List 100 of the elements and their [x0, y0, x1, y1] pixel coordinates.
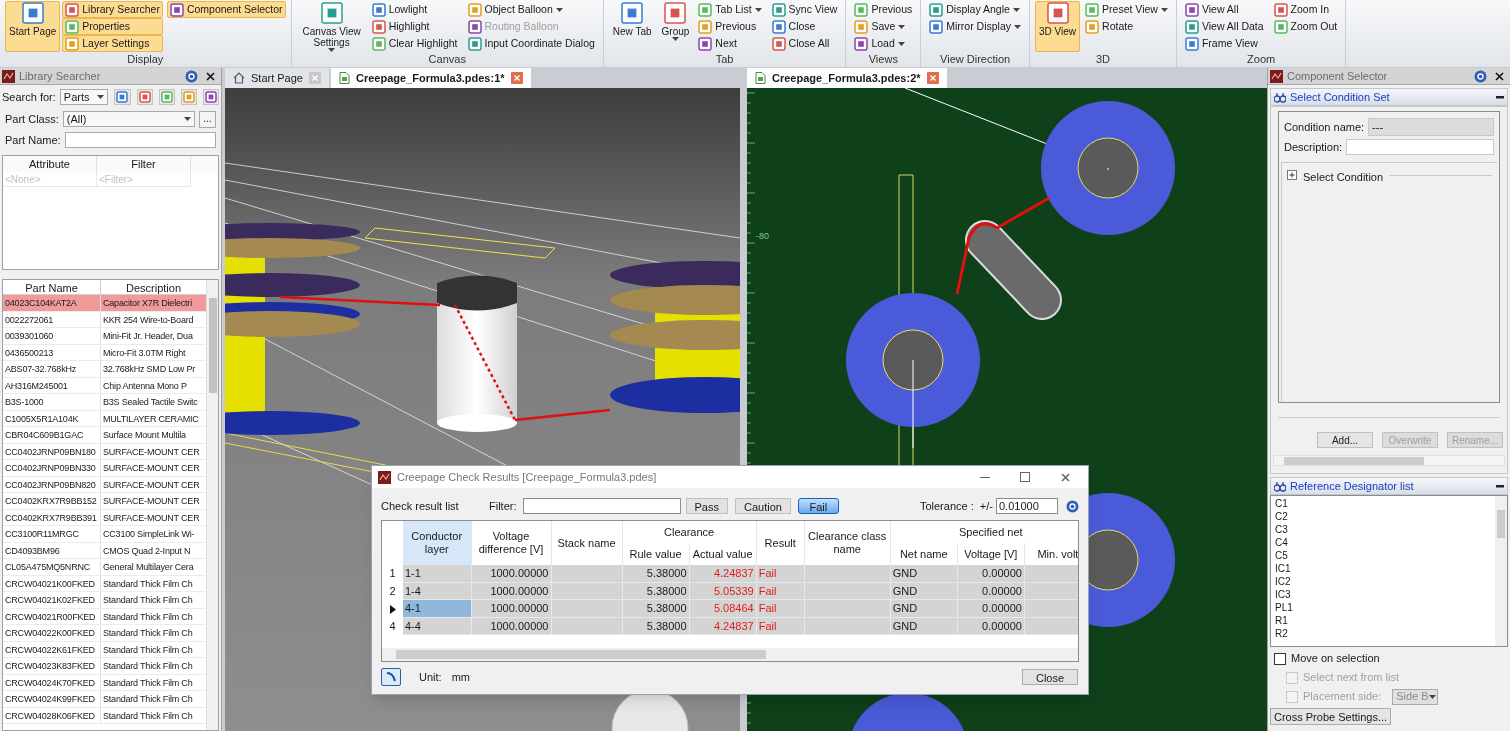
- ribbon-button[interactable]: Next: [695, 35, 765, 52]
- table-row[interactable]: 0436500213 Micro-Fit 3.0TM Right: [3, 344, 206, 361]
- filter-field[interactable]: [522, 498, 681, 514]
- document-tab[interactable]: Creepage_Formula3.pdes:1*: [331, 68, 531, 88]
- table-row[interactable]: CD4093BM96 CMOS Quad 2-Input N: [3, 542, 206, 559]
- ribbon-button[interactable]: Component Selector: [166, 1, 286, 18]
- scrollbar[interactable]: [1273, 455, 1505, 466]
- list-item[interactable]: IC2: [1271, 575, 1495, 588]
- ribbon-button[interactable]: Properties: [62, 18, 163, 35]
- ribbon-button[interactable]: View All Data: [1181, 18, 1267, 35]
- ribbon-button[interactable]: Sync View: [768, 1, 841, 18]
- table-row[interactable]: CC3100R11MRGC CC3100 SimpleLink Wi-: [3, 526, 206, 543]
- list-item[interactable]: C5: [1271, 549, 1495, 562]
- ribbon-button[interactable]: Previous: [695, 18, 765, 35]
- table-row[interactable]: CC0402JRNP09BN180 SURFACE-MOUNT CER: [3, 443, 206, 460]
- table-row[interactable]: CRCW04022K61FKED Standard Thick Film Ch: [3, 641, 206, 658]
- list-item[interactable]: C4: [1271, 536, 1495, 549]
- part-class-dropdown[interactable]: (All): [62, 111, 195, 127]
- probe-button[interactable]: [381, 668, 401, 686]
- ribbon-button[interactable]: New Tab: [608, 1, 656, 52]
- help-button[interactable]: [185, 69, 198, 83]
- table-row[interactable]: CBR04C609B1GAC Surface Mount Multila: [3, 427, 206, 444]
- ribbon-button[interactable]: Zoom Out: [1270, 18, 1341, 35]
- filter-button[interactable]: Caution: [734, 498, 791, 514]
- ribbon-button[interactable]: 3D View: [1035, 1, 1081, 52]
- list-item[interactable]: C2: [1271, 510, 1495, 523]
- ribbon-button[interactable]: Tab List: [695, 1, 765, 18]
- ribbon-button[interactable]: Input Coordinate Dialog: [464, 35, 598, 52]
- description-field[interactable]: [1346, 139, 1494, 156]
- search-for-dropdown[interactable]: Parts: [59, 89, 109, 105]
- close-button[interactable]: Close: [1022, 669, 1078, 685]
- ribbon-button[interactable]: Group: [657, 1, 694, 52]
- scrollbar[interactable]: [206, 280, 218, 730]
- section-header[interactable]: Select Condition Set: [1270, 88, 1508, 106]
- ribbon-button[interactable]: Zoom In: [1270, 1, 1341, 18]
- ribbon-button[interactable]: Object Balloon: [464, 1, 598, 18]
- table-row[interactable]: CRCW04028K06FKED Standard Thick Film Ch: [3, 707, 206, 724]
- ribbon-button[interactable]: Frame View: [1181, 35, 1267, 52]
- ribbon-button[interactable]: Save: [851, 18, 916, 35]
- section-header[interactable]: Reference Designator list: [1270, 477, 1508, 495]
- table-row[interactable]: CRCW04021K02FKED Standard Thick Film Ch: [3, 592, 206, 609]
- list-item[interactable]: C3: [1271, 523, 1495, 536]
- scrollbar-thumb[interactable]: [208, 298, 217, 393]
- table-row[interactable]: B3S-1000 B3S Sealed Tactile Switc: [3, 394, 206, 411]
- table-row[interactable]: ABS07-32.768kHz 32.768kHz SMD Low Pr: [3, 361, 206, 378]
- table-row[interactable]: CRCW04024K70FKED Standard Thick Film Ch: [3, 674, 206, 691]
- table-row[interactable]: CL05A475MQ5NRNC General Multilayer Cera: [3, 559, 206, 576]
- table-row[interactable]: CC0402KRX7R9BB391 SURFACE-MOUNT CER: [3, 509, 206, 526]
- table-row[interactable]: 0022272061 KKR 254 Wire-to-Board: [3, 311, 206, 328]
- table-row[interactable]: AH316M245001 Chip Antenna Mono P: [3, 377, 206, 394]
- toolbar-button[interactable]: [114, 89, 131, 105]
- document-tab[interactable]: Creepage_Formula3.pdes:2*: [747, 68, 947, 88]
- scrollbar-thumb[interactable]: [1284, 456, 1424, 465]
- ribbon-button[interactable]: Close: [768, 18, 841, 35]
- ribbon-button[interactable]: Preset View: [1082, 1, 1171, 18]
- list-item[interactable]: C1: [1271, 497, 1495, 510]
- table-row[interactable]: 1 1-1 1000.00000 5.38000 4.24837 Fail GND 0.00000: [382, 565, 1078, 582]
- checkbox[interactable]: [1274, 652, 1286, 665]
- list-item[interactable]: IC3: [1271, 588, 1495, 601]
- list-item[interactable]: PL1: [1271, 601, 1495, 614]
- scrollbar[interactable]: [382, 648, 1078, 661]
- ribbon-button[interactable]: Previous: [851, 1, 916, 18]
- tolerance-field[interactable]: 0.01000: [996, 498, 1058, 514]
- ribbon-button[interactable]: Rotate: [1082, 18, 1171, 35]
- table-row[interactable]: CC0402KRX7R9BB152 SURFACE-MOUNT CER: [3, 493, 206, 510]
- filter-button[interactable]: Pass: [685, 498, 728, 514]
- condition-button[interactable]: Add...: [1317, 432, 1373, 448]
- toolbar-button[interactable]: [136, 89, 153, 105]
- ribbon-button[interactable]: Display Angle: [926, 1, 1024, 18]
- ribbon-button[interactable]: Load: [851, 35, 916, 52]
- table-row[interactable]: 0039301060 Mini-Fit Jr. Header, Dua: [3, 328, 206, 345]
- list-item[interactable]: R2: [1271, 627, 1495, 640]
- table-row[interactable]: CRCW04023K83FKED Standard Thick Film Ch: [3, 658, 206, 675]
- list-item[interactable]: R1: [1271, 614, 1495, 627]
- table-row[interactable]: C1005X5R1A104K MULTILAYER CERAMIC: [3, 410, 206, 427]
- table-row[interactable]: CRCW04022K00FKED Standard Thick Film Ch: [3, 625, 206, 642]
- table-row[interactable]: CC0402JRNP09BN330 SURFACE-MOUNT CER: [3, 460, 206, 477]
- ribbon-button[interactable]: View All: [1181, 1, 1267, 18]
- scrollbar-thumb[interactable]: [1497, 510, 1505, 538]
- browse-button[interactable]: ...: [198, 110, 216, 128]
- ribbon-button[interactable]: Library Searcher: [62, 1, 163, 18]
- table-row[interactable]: CRCW04024K99FKED Standard Thick Film Ch: [3, 691, 206, 708]
- table-row[interactable]: CC0402JRNP09BN820 SURFACE-MOUNT CER: [3, 476, 206, 493]
- ribbon-button[interactable]: Canvas View Settings: [296, 1, 367, 52]
- scrollbar-thumb[interactable]: [396, 650, 766, 659]
- help-button[interactable]: [1474, 69, 1487, 83]
- ribbon-button[interactable]: Close All: [768, 35, 841, 52]
- table-row[interactable]: CRCW04021R00FKED Standard Thick Film Ch: [3, 608, 206, 625]
- column-header[interactable]: Clearance: [622, 521, 757, 543]
- filter-button[interactable]: Fail: [797, 498, 839, 514]
- column-header[interactable]: Conductor layer: [403, 521, 471, 565]
- document-tab[interactable]: Start Page: [225, 68, 329, 88]
- ribbon-button[interactable]: Clear Highlight: [368, 35, 461, 52]
- list-item[interactable]: IC1: [1271, 562, 1495, 575]
- part-name-field[interactable]: [64, 132, 216, 148]
- ribbon-button[interactable]: Mirror Display: [926, 18, 1024, 35]
- cross-probe-settings-button[interactable]: Cross Probe Settings...: [1270, 708, 1392, 725]
- toolbar-button[interactable]: [202, 89, 220, 105]
- ribbon-button[interactable]: Layer Settings: [62, 35, 163, 52]
- table-row[interactable]: 04023C104KAT2A Capacitor X7R Dielectri: [3, 295, 206, 312]
